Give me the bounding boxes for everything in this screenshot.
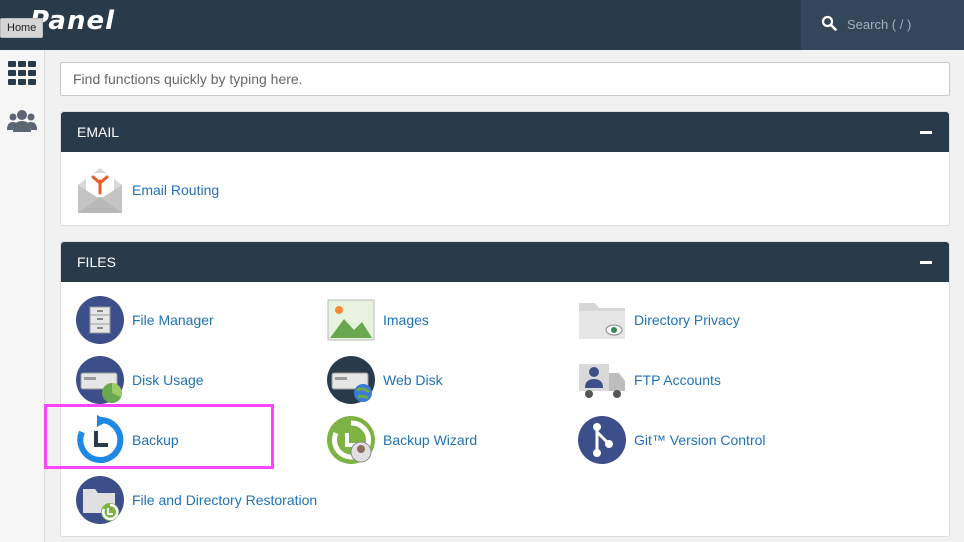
backup-highlight-box xyxy=(44,404,274,469)
git-icon xyxy=(578,416,626,464)
backup-wizard-item[interactable]: Backup Wizard xyxy=(326,415,477,465)
ftp-accounts-icon xyxy=(579,364,625,398)
home-tooltip: Home xyxy=(0,18,44,38)
images-icon xyxy=(327,299,375,341)
directory-privacy-item[interactable]: Directory Privacy xyxy=(577,295,740,345)
file-restoration-icon xyxy=(76,476,124,524)
ftp-accounts-label: FTP Accounts xyxy=(634,372,721,388)
sidebar xyxy=(0,50,45,542)
disk-usage-item[interactable]: Disk Usage xyxy=(75,355,204,405)
file-manager-label: File Manager xyxy=(132,312,214,328)
header-search-input[interactable] xyxy=(847,15,957,33)
backup-wizard-icon xyxy=(327,416,375,464)
directory-privacy-icon xyxy=(579,303,625,339)
web-disk-label: Web Disk xyxy=(383,372,443,388)
images-label: Images xyxy=(383,312,429,328)
disk-usage-icon xyxy=(76,356,124,404)
disk-usage-label: Disk Usage xyxy=(132,372,204,388)
email-panel-title: EMAIL xyxy=(77,124,120,140)
directory-privacy-label: Directory Privacy xyxy=(634,312,740,328)
email-panel: EMAIL Email Routing xyxy=(60,111,950,226)
email-routing-icon xyxy=(78,168,122,213)
files-panel-header[interactable]: FILES xyxy=(61,242,949,282)
search-icon xyxy=(821,15,837,31)
collapse-icon[interactable] xyxy=(919,125,933,139)
file-manager-icon xyxy=(76,296,124,344)
backup-wizard-label: Backup Wizard xyxy=(383,432,478,448)
files-panel-title: FILES xyxy=(77,254,116,270)
email-routing-label: Email Routing xyxy=(132,182,220,198)
files-panel: FILES File Manager Images Directory Priv… xyxy=(60,241,950,537)
git-version-control-label: Git™ Version Control xyxy=(634,432,766,448)
file-restoration-label: File and Directory Restoration xyxy=(132,492,318,508)
web-disk-item[interactable]: Web Disk xyxy=(326,355,443,405)
git-version-control-item[interactable]: Git™ Version Control xyxy=(577,415,766,465)
file-restoration-item[interactable]: File and Directory Restoration xyxy=(75,475,317,525)
file-manager-item[interactable]: File Manager xyxy=(75,295,214,345)
top-bar: Panel Home xyxy=(0,0,964,50)
users-icon[interactable] xyxy=(7,108,37,134)
find-functions-input[interactable] xyxy=(60,62,950,96)
header-search xyxy=(801,0,964,50)
grid-icon[interactable] xyxy=(7,60,37,86)
email-panel-header[interactable]: EMAIL xyxy=(61,112,949,152)
web-disk-icon xyxy=(327,356,375,404)
ftp-accounts-item[interactable]: FTP Accounts xyxy=(577,355,721,405)
email-routing-item[interactable]: Email Routing xyxy=(75,165,219,215)
collapse-icon[interactable] xyxy=(919,255,933,269)
images-item[interactable]: Images xyxy=(326,295,429,345)
